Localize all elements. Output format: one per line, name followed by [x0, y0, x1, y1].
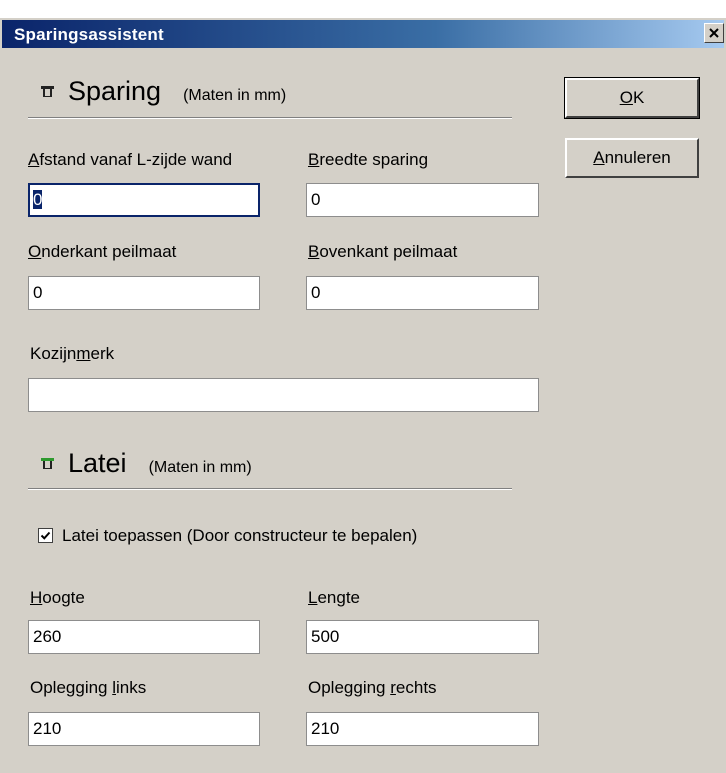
latei-units: (Maten in mm) [148, 459, 252, 476]
oplegging-links-input[interactable]: 210 [28, 712, 260, 746]
kozijnmerk-label: Kozijnmerk [30, 344, 115, 363]
latei-separator [28, 488, 512, 490]
window-title: Sparingsassistent [14, 25, 164, 44]
onderkant-input[interactable]: 0 [28, 276, 260, 310]
oplegging-rechts-input[interactable]: 210 [306, 712, 539, 746]
sparing-units: (Maten in mm) [183, 87, 287, 104]
latei-checkbox-label[interactable]: Latei toepassen (Door constructeur te be… [62, 526, 417, 546]
hoogte-label: Hoogte [30, 588, 85, 607]
sparing-section-header: Sparing (Maten in mm) [41, 76, 286, 107]
sparing-title: Sparing [68, 76, 162, 106]
title-bar[interactable]: Sparingsassistent [2, 20, 724, 48]
bovenkant-input[interactable]: 0 [306, 276, 539, 310]
bovenkant-label: Bovenkant peilmaat [308, 242, 458, 261]
sparingsassistent-dialog: Sparingsassistent Sparing (Maten in mm) … [0, 18, 726, 773]
afstand-input[interactable]: 0 [28, 183, 260, 217]
hoogte-input[interactable]: 260 [28, 620, 260, 654]
oplegging-rechts-label: Oplegging rechts [308, 678, 437, 697]
lengte-input[interactable]: 500 [306, 620, 539, 654]
afstand-label: Afstand vanaf L-zijde wand [28, 150, 233, 169]
latei-title: Latei [68, 448, 127, 478]
lengte-label: Lengte [308, 588, 361, 607]
sparing-icon [41, 86, 54, 98]
sparing-separator [28, 117, 512, 119]
kozijnmerk-input[interactable] [28, 378, 539, 412]
oplegging-links-label: Oplegging links [30, 678, 147, 697]
latei-section-header: Latei (Maten in mm) [41, 448, 252, 479]
breedte-input[interactable]: 0 [306, 183, 539, 217]
ok-button[interactable]: OK [564, 77, 700, 119]
breedte-label: Breedte sparing [308, 150, 429, 169]
latei-icon [41, 458, 54, 470]
close-icon [709, 28, 719, 38]
latei-checkbox[interactable] [38, 528, 53, 543]
cancel-button[interactable]: Annuleren [565, 138, 699, 178]
onderkant-label: Onderkant peilmaat [28, 242, 177, 261]
checkmark-icon [40, 531, 51, 540]
close-button[interactable] [704, 23, 724, 43]
